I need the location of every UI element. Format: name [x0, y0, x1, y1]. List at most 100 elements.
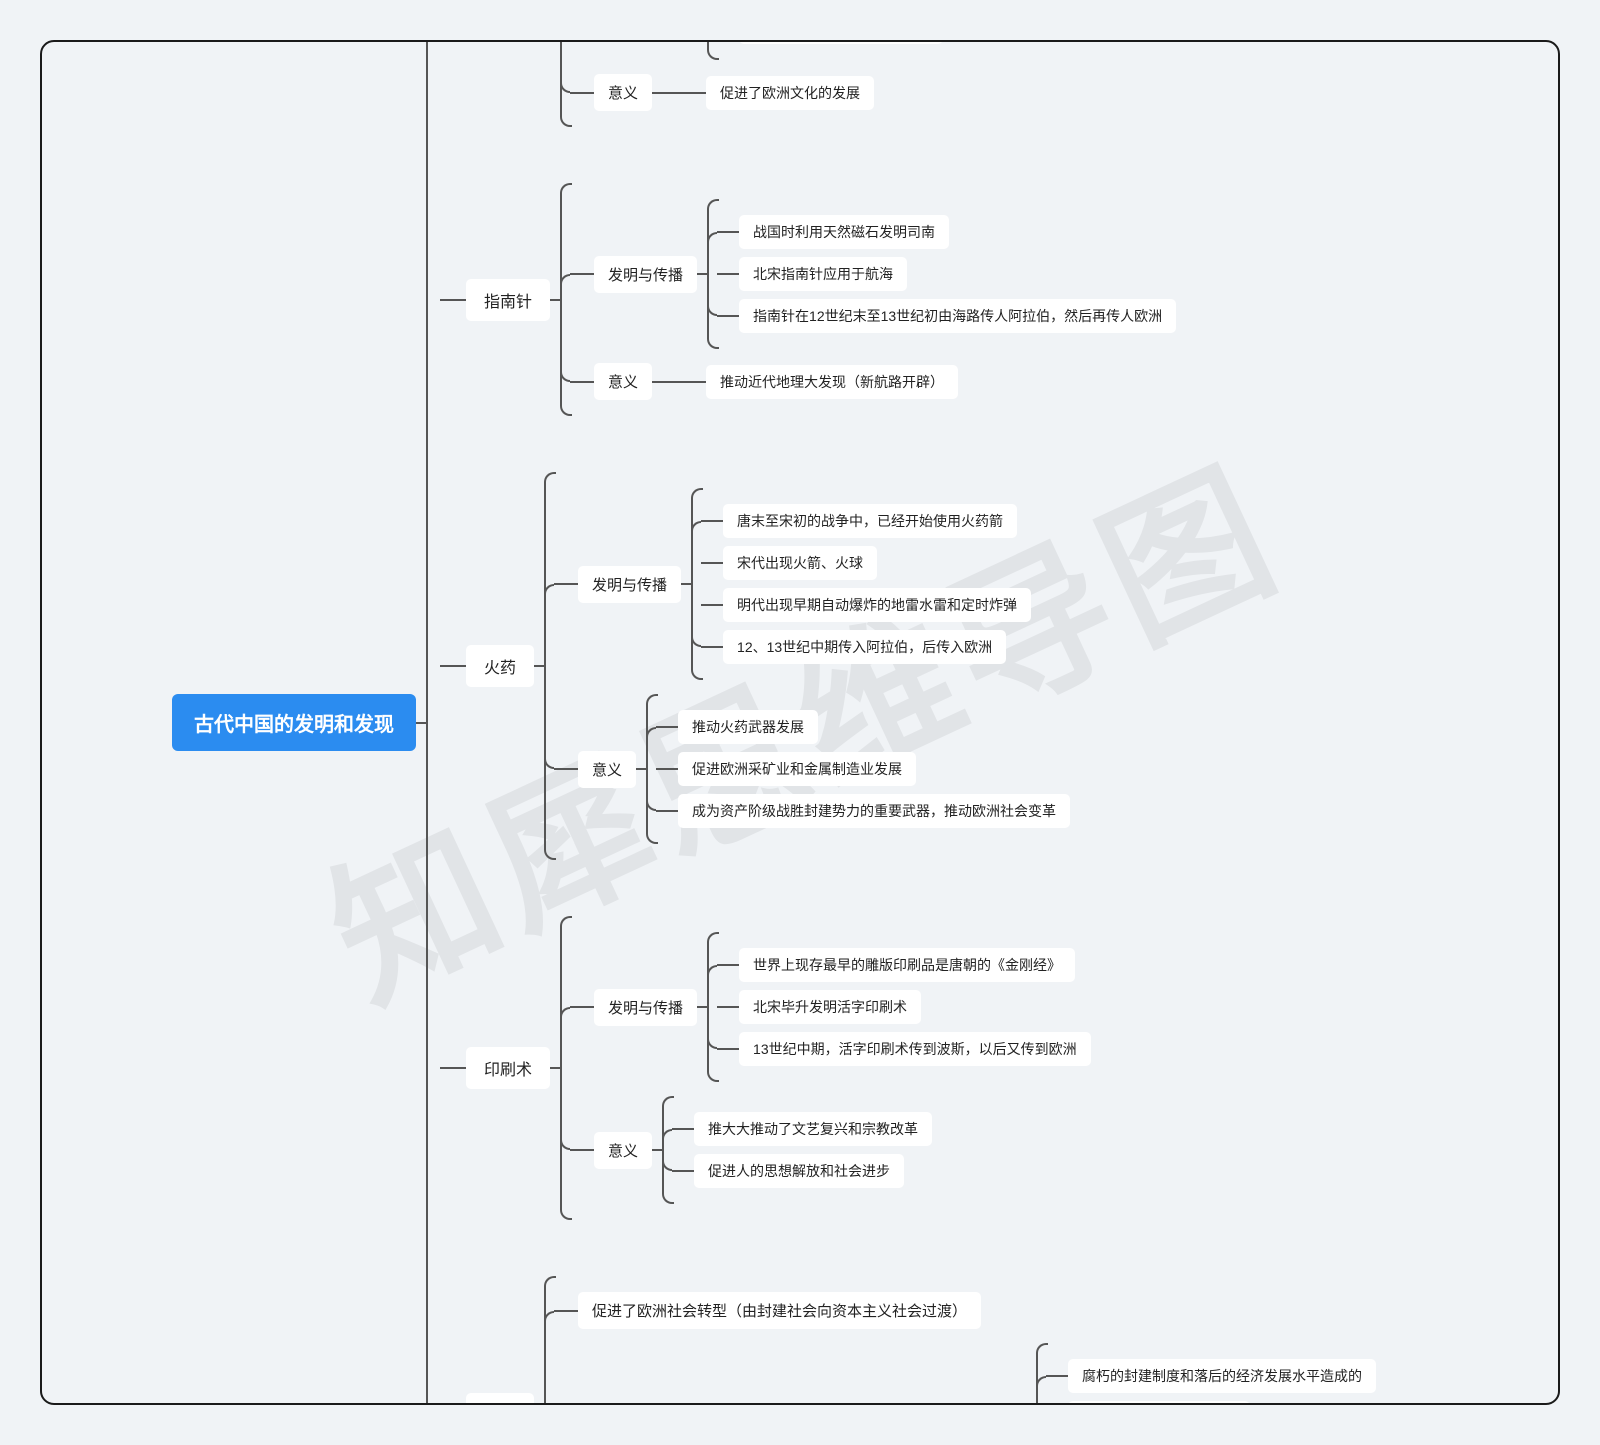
leaf-row: 促进人的思想解放和社会进步 — [672, 1154, 932, 1188]
leaf-row: 战国时利用天然磁石发明司南 — [717, 215, 1176, 249]
connector — [697, 932, 717, 1082]
leaf-row: 北宋毕升发明活字印刷术 — [717, 990, 1091, 1024]
connector-group: 发明与传播唐末至宋初的战争中，已经开始使用火药箭宋代出现火箭、火球明代出现早期自… — [534, 472, 1070, 860]
connector-group: 推大大推动了文艺复兴和宗教改革促进人的思想解放和社会进步 — [652, 1096, 932, 1204]
leaf-node: 腐朽的封建制度和落后的经济发展水平造成的 — [1068, 1359, 1376, 1393]
sub-branch-row: 意义推动火药武器发展促进欧洲采矿业和金属制造业发展成为资产阶级战胜封建势力的重要… — [554, 694, 1070, 844]
leaf-node: 战国时利用天然磁石发明司南 — [739, 215, 949, 249]
connector — [534, 472, 554, 860]
connector — [652, 92, 684, 94]
connector-group: 发明与传播西汉时，中国可能已经出现了书写用纸东汉蔡伦改进造纸术8世纪传到中亚，后… — [550, 40, 1005, 127]
connector — [1026, 1343, 1046, 1405]
leaf-node: 唐末至宋初的战争中，已经开始使用火药箭 — [723, 504, 1017, 538]
connector — [570, 92, 594, 94]
child-column: 发明与传播唐末至宋初的战争中，已经开始使用火药箭宋代出现火箭、火球明代出现早期自… — [554, 472, 1070, 860]
connector — [717, 231, 739, 233]
connector — [717, 1006, 739, 1008]
branch-node: 评价 — [466, 1393, 534, 1406]
connector — [570, 1006, 594, 1008]
leaf-row: 推动火药武器发展 — [656, 710, 1070, 744]
leaf-row: 促进欧洲采矿业和金属制造业发展 — [656, 752, 1070, 786]
branch-node: 发明与传播 — [578, 566, 681, 603]
connector — [684, 381, 706, 383]
connector — [672, 1128, 694, 1130]
leaf-row: 12、13世纪中期传入阿拉伯，后传入欧洲 — [701, 630, 1031, 664]
child-column: 推动火药武器发展促进欧洲采矿业和金属制造业发展成为资产阶级战胜封建势力的重要武器… — [656, 694, 1070, 844]
leaf-node: 宋代出现火箭、火球 — [723, 546, 877, 580]
main-branch-row: 印刷术发明与传播世界上现存最早的雕版印刷品是唐朝的《金刚经》北宋毕升发明活字印刷… — [440, 916, 1446, 1220]
child-column: 发明与传播西汉时，中国可能已经出现了书写用纸东汉蔡伦改进造纸术8世纪传到中亚，后… — [570, 40, 1005, 127]
main-branch-row: 造纸术发明与传播西汉时，中国可能已经出现了书写用纸东汉蔡伦改进造纸术8世纪传到中… — [440, 40, 1446, 127]
leaf-node: 促进欧洲采矿业和金属制造业发展 — [678, 752, 916, 786]
connector — [701, 646, 723, 648]
main-branch-row: 评价 促进了欧洲社会转型（由封建社会向资本主义社会过渡） 中国古代社会，活字印刷术、… — [440, 1276, 1446, 1405]
branch-node: 发明与传播 — [594, 989, 697, 1026]
main-branch-row: 火药发明与传播唐末至宋初的战争中，已经开始使用火药箭宋代出现火箭、火球明代出现早… — [440, 472, 1446, 860]
branch-node: 指南针 — [466, 279, 550, 321]
connector — [697, 40, 717, 60]
connector — [672, 1170, 694, 1172]
leaf-row: 推大大推动了文艺复兴和宗教改革 — [672, 1112, 932, 1146]
sub-branch-row: 中国古代社会，活字印刷术、指南针和火药未能充分利用的原因腐朽的封建制度和落后的经… — [554, 1343, 1446, 1405]
leaf-row: 推动近代地理大发现（新航路开辟） — [684, 365, 958, 399]
leaf-row: 宋代出现火箭、火球 — [701, 546, 1031, 580]
connector — [554, 1310, 578, 1312]
leaf-row: 促进了欧洲文化的发展 — [684, 76, 874, 110]
leaf-node: 促进人的思想解放和社会进步 — [694, 1154, 904, 1188]
sub-branch-row: 意义促进了欧洲文化的发展 — [570, 74, 1005, 111]
connector — [656, 810, 678, 812]
connector — [701, 520, 723, 522]
connector-group: 发明与传播 战国时利用天然磁石发明司南北宋指南针应用于航海指南针在12世纪末至13… — [550, 183, 1176, 416]
child-column: 促进了欧洲社会转型（由封建社会向资本主义社会过渡） 中国古代社会，活字印刷术、指南… — [554, 1276, 1446, 1405]
connector — [717, 315, 739, 317]
connector — [554, 768, 578, 770]
connector — [656, 726, 678, 728]
leaf-node: 明代出现早期自动爆炸的地雷水雷和定时炸弹 — [723, 588, 1031, 622]
connector-group: 西汉时，中国可能已经出现了书写用纸东汉蔡伦改进造纸术8世纪传到中亚，后传到欧洲 — [697, 40, 1005, 60]
connector — [684, 92, 706, 94]
leaf-row: 8世纪传到中亚，后传到欧洲 — [717, 40, 1005, 44]
child-column: 唐末至宋初的战争中，已经开始使用火药箭宋代出现火箭、火球明代出现早期自动爆炸的地… — [701, 488, 1031, 680]
connector — [701, 604, 723, 606]
connector — [550, 40, 570, 127]
leaf-node: 封建自然经济占主导地位 — [1068, 1401, 1250, 1405]
child-column: 发明与传播 战国时利用天然磁石发明司南北宋指南针应用于航海指南针在12世纪末至13… — [570, 183, 1176, 416]
leaf-node: 13世纪中期，活字印刷术传到波斯，以后又传到欧洲 — [739, 1032, 1091, 1066]
sub-branch-row: 发明与传播西汉时，中国可能已经出现了书写用纸东汉蔡伦改进造纸术8世纪传到中亚，后… — [570, 40, 1005, 60]
leaf-row: 指南针在12世纪末至13世纪初由海路传人阿拉伯，然后再传人欧洲 — [717, 299, 1176, 333]
leaf-node: 指南针在12世纪末至13世纪初由海路传人阿拉伯，然后再传人欧洲 — [739, 299, 1176, 333]
connector-group: 促进了欧洲文化的发展 — [652, 76, 874, 110]
connector-group: 发明与传播 世界上现存最早的雕版印刷品是唐朝的《金刚经》北宋毕升发明活字印刷术 13… — [550, 916, 1091, 1220]
branches-column: 造纸术发明与传播西汉时，中国可能已经出现了书写用纸东汉蔡伦改进造纸术8世纪传到中… — [440, 40, 1446, 1405]
child-column: 腐朽的封建制度和落后的经济发展水平造成的封建自然经济占主导地位专制主义中央集权的… — [1046, 1343, 1446, 1405]
branch-node: 意义 — [594, 74, 652, 111]
branch-node: 发明与传播 — [594, 256, 697, 293]
leaf-row: 明代出现早期自动爆炸的地雷水雷和定时炸弹 — [701, 588, 1031, 622]
connector-group: 世界上现存最早的雕版印刷品是唐朝的《金刚经》北宋毕升发明活字印刷术 13世纪中期，… — [697, 932, 1091, 1082]
branch-node: 火药 — [466, 645, 534, 687]
sub-branch-row: 发明与传播 世界上现存最早的雕版印刷品是唐朝的《金刚经》北宋毕升发明活字印刷术 13… — [570, 932, 1091, 1082]
branch-node: 印刷术 — [466, 1047, 550, 1089]
leaf-node: 世界上现存最早的雕版印刷品是唐朝的《金刚经》 — [739, 948, 1075, 982]
connector-group: 促进了欧洲社会转型（由封建社会向资本主义社会过渡） 中国古代社会，活字印刷术、指南… — [534, 1276, 1446, 1405]
connector — [656, 768, 678, 770]
leaf-row: 世界上现存最早的雕版印刷品是唐朝的《金刚经》 — [717, 948, 1091, 982]
connector-group: 唐末至宋初的战争中，已经开始使用火药箭宋代出现火箭、火球明代出现早期自动爆炸的地… — [681, 488, 1031, 680]
branch-node: 意义 — [594, 363, 652, 400]
branch-node: 促进了欧洲社会转型（由封建社会向资本主义社会过渡） — [578, 1292, 981, 1329]
main-branch-row: 指南针 发明与传播 战国时利用天然磁石发明司南北宋指南针应用于航海指南针在12世纪末… — [440, 183, 1446, 416]
connector — [570, 1149, 594, 1151]
connector-group: 推动近代地理大发现（新航路开辟） — [652, 365, 958, 399]
leaf-node: 8世纪传到中亚，后传到欧洲 — [739, 40, 943, 44]
connector — [636, 694, 656, 844]
leaf-row: 北宋指南针应用于航海 — [717, 257, 1176, 291]
mindmap: 古代中国的发明和发现 造纸术发明与传播西汉时，中国可能已经出现了书写用纸东汉蔡伦… — [42, 42, 1446, 1403]
diagram-frame: 知犀思维导图 古代中国的发明和发现 造纸术发明与传播西汉时，中国可能已经出现了书… — [40, 40, 1560, 1405]
leaf-node: 北宋毕升发明活字印刷术 — [739, 990, 921, 1024]
child-column: 西汉时，中国可能已经出现了书写用纸东汉蔡伦改进造纸术8世纪传到中亚，后传到欧洲 — [717, 40, 1005, 60]
leaf-node: 12、13世纪中期传入阿拉伯，后传入欧洲 — [723, 630, 1006, 664]
connector-group: 腐朽的封建制度和落后的经济发展水平造成的封建自然经济占主导地位专制主义中央集权的… — [1026, 1343, 1446, 1405]
connector — [570, 273, 594, 275]
connector — [697, 199, 717, 349]
connector — [440, 665, 466, 667]
